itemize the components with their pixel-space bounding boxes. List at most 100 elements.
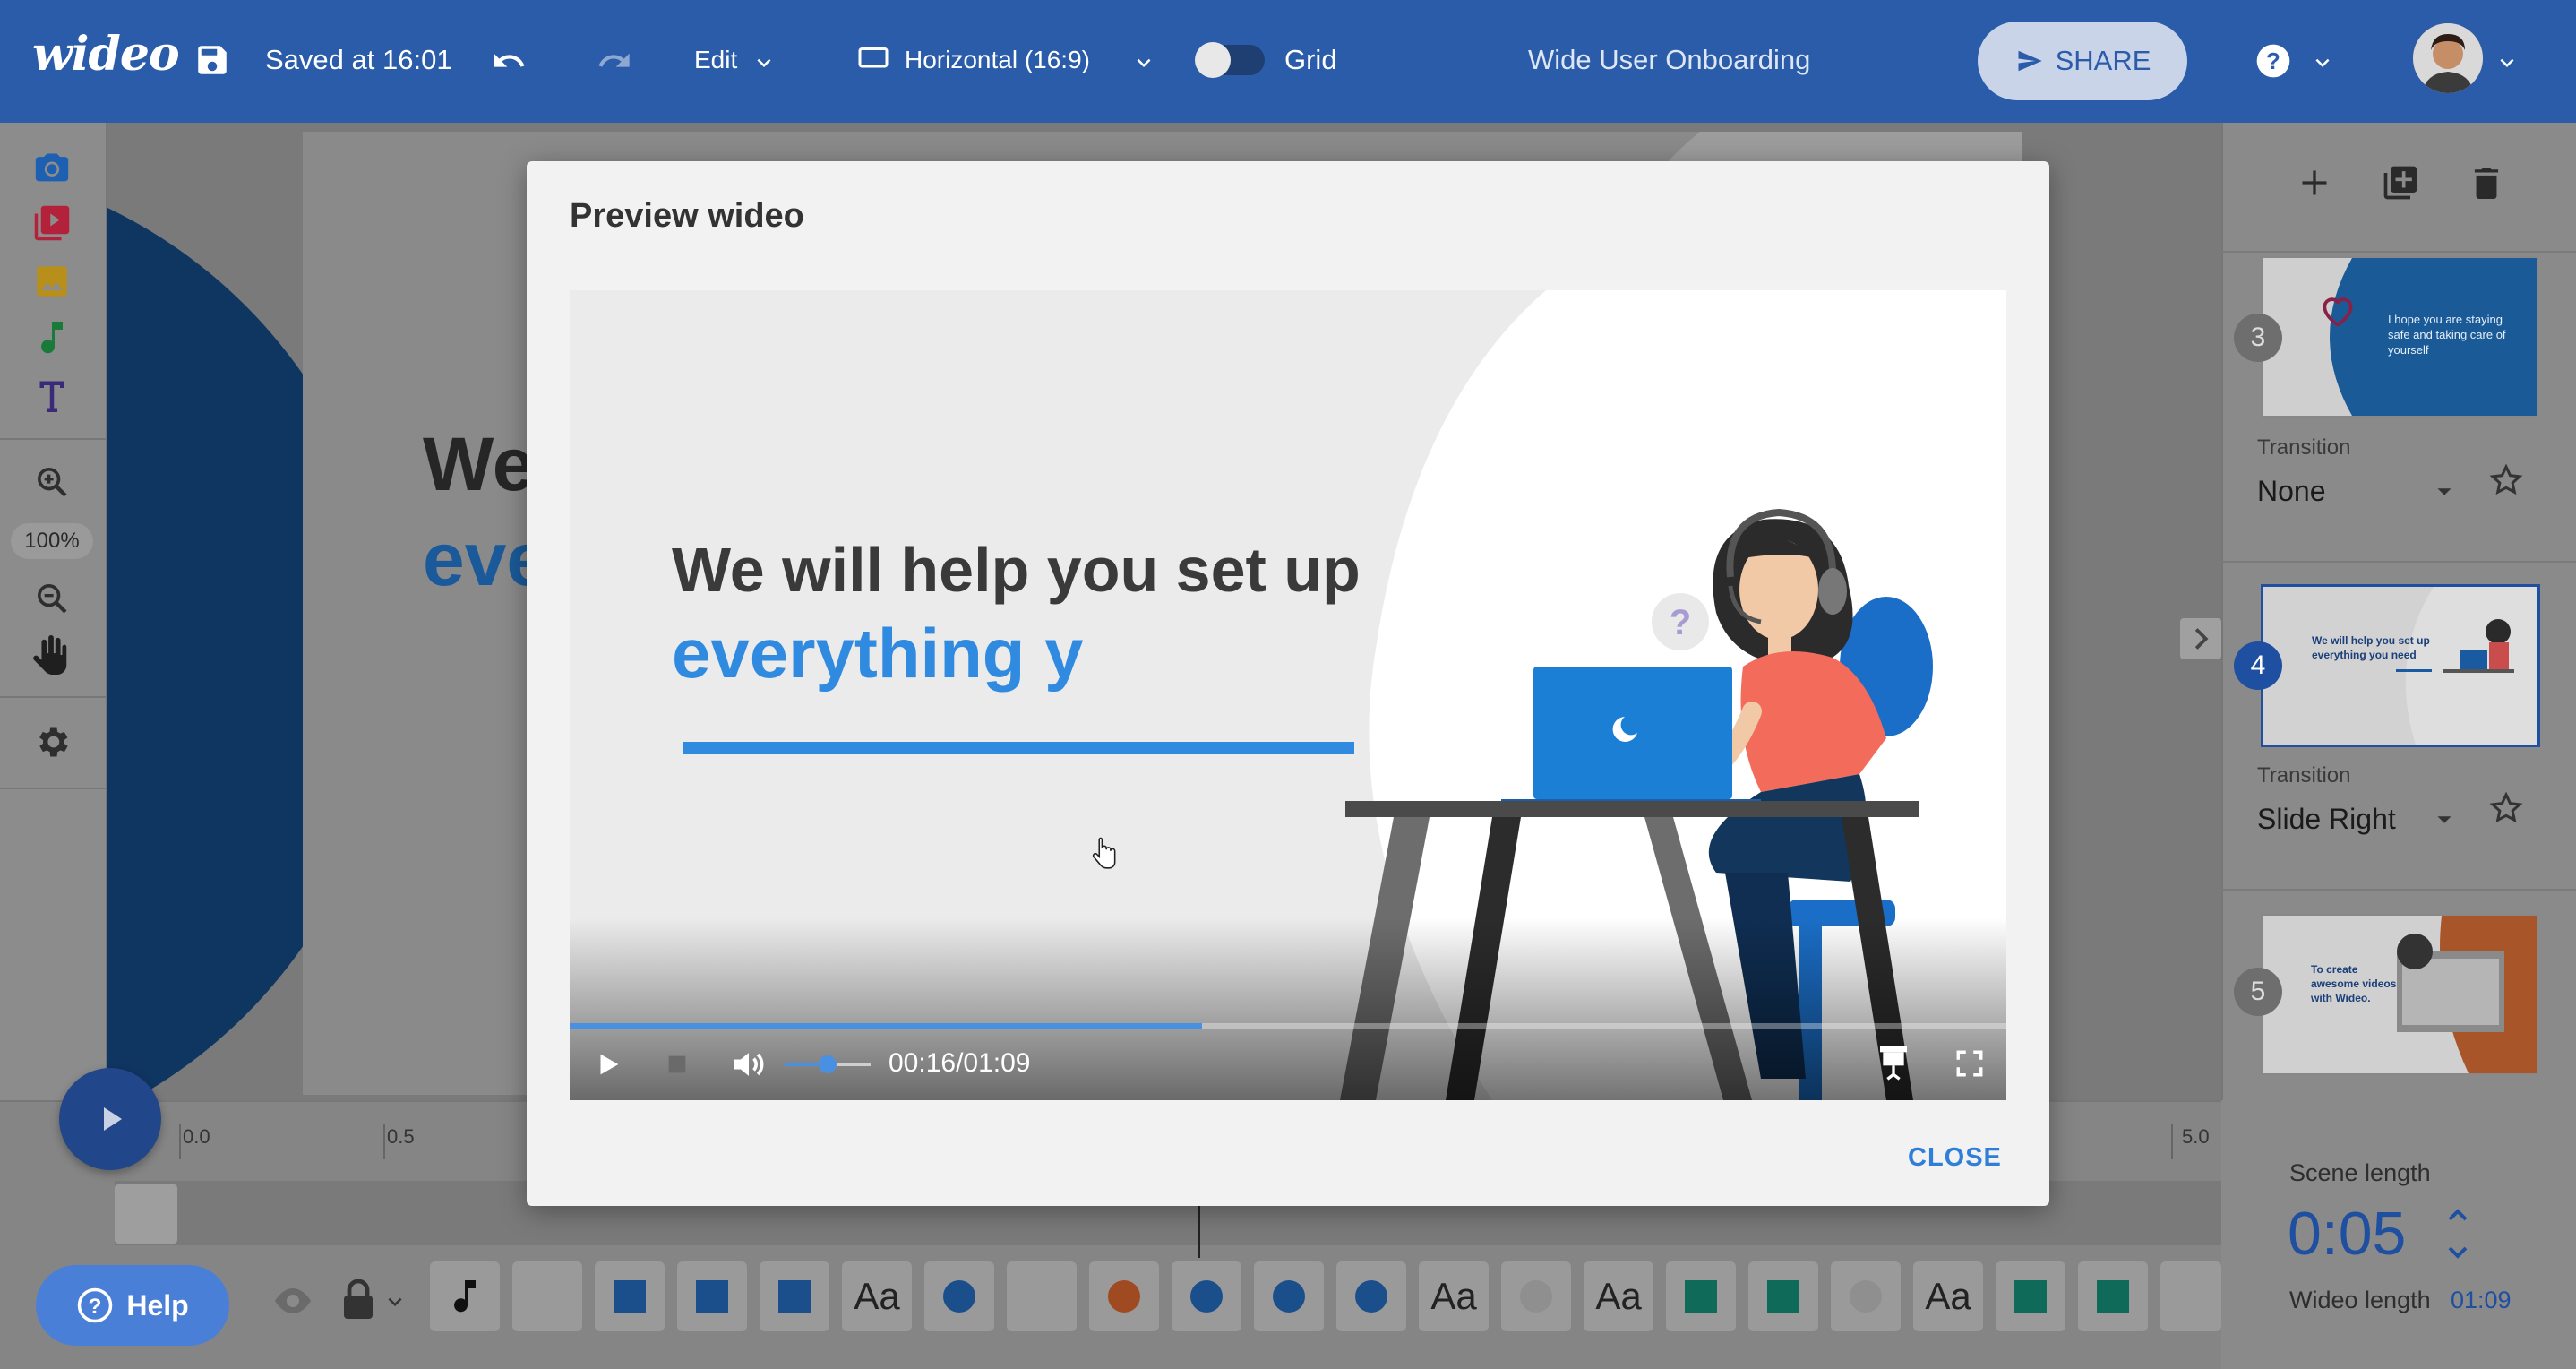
chevron-down-icon[interactable] <box>1130 49 1157 76</box>
share-label: SHARE <box>2055 45 2151 76</box>
divider <box>2221 889 2576 891</box>
canvas-headline-fragment: We <box>423 422 535 506</box>
star-icon[interactable] <box>2488 462 2524 503</box>
toggle-knob <box>1195 42 1231 78</box>
scene-thumb-text: To create awesome videos with Wideo. <box>2311 963 2397 1004</box>
stop-icon[interactable] <box>665 1052 690 1081</box>
play-icon[interactable] <box>593 1048 623 1085</box>
avatar[interactable] <box>2413 23 2483 93</box>
layer-shape[interactable] <box>2078 1261 2148 1331</box>
add-scene-icon[interactable] <box>2298 167 2331 203</box>
dropdown-arrow-icon[interactable] <box>2431 806 2458 838</box>
scene-thumbnail[interactable]: I hope you are staying safe and taking c… <box>2261 256 2538 418</box>
divider <box>0 788 106 789</box>
layer-shape[interactable] <box>1254 1261 1324 1331</box>
chevron-down-icon[interactable] <box>751 49 777 76</box>
undo-icon[interactable] <box>489 43 528 79</box>
layer-shape[interactable] <box>677 1261 747 1331</box>
video-player[interactable]: ? We will help you set up everything y 0… <box>570 290 2006 1100</box>
camera-icon[interactable] <box>32 149 72 189</box>
layer-blank[interactable] <box>2160 1261 2221 1331</box>
timeline-clip[interactable] <box>115 1184 177 1244</box>
help-icon[interactable]: ? <box>2254 41 2293 81</box>
tick-mark <box>2171 1124 2173 1159</box>
layer-shape[interactable] <box>1666 1261 1736 1331</box>
decrease-length-icon[interactable] <box>2442 1240 2474 1271</box>
scene-number: 4 <box>2234 641 2282 690</box>
thumb-arrow <box>2396 669 2432 672</box>
video-headline: We will help you set up <box>672 535 1361 605</box>
music-icon[interactable] <box>36 319 68 361</box>
playhead[interactable] <box>1198 1201 1200 1258</box>
help-button[interactable]: ? Help <box>36 1265 229 1346</box>
dropdown-arrow-icon[interactable] <box>2431 478 2458 510</box>
close-button[interactable]: CLOSE <box>1908 1143 2002 1173</box>
circle-shape-icon <box>1355 1280 1387 1313</box>
layer-shape[interactable] <box>1172 1261 1241 1331</box>
layer-text[interactable]: Aa <box>1584 1261 1653 1331</box>
aspect-ratio-icon[interactable] <box>856 45 890 72</box>
hand-tool-icon[interactable] <box>30 633 72 682</box>
volume-slider[interactable] <box>785 1055 871 1073</box>
layer-shape[interactable] <box>1501 1261 1571 1331</box>
layer-blank[interactable] <box>1007 1261 1077 1331</box>
presentation-icon[interactable] <box>1876 1043 1911 1087</box>
visibility-icon[interactable] <box>270 1283 315 1323</box>
settings-icon[interactable] <box>32 722 72 766</box>
save-icon[interactable] <box>193 41 231 79</box>
play-icon <box>104 1107 122 1131</box>
square-shape-icon <box>2014 1280 2047 1313</box>
transition-select[interactable]: None <box>2257 475 2326 508</box>
star-icon[interactable] <box>2488 790 2524 831</box>
transition-select[interactable]: Slide Right <box>2257 803 2396 836</box>
layer-text[interactable]: Aa <box>1913 1261 1983 1331</box>
layer-shape[interactable] <box>1336 1261 1406 1331</box>
layer-text[interactable]: Aa <box>1419 1261 1489 1331</box>
seek-bar[interactable] <box>570 1023 2006 1029</box>
zoom-in-icon[interactable] <box>34 464 70 504</box>
scene-thumbnail-selected[interactable]: We will help you set up everything you n… <box>2261 584 2540 747</box>
scene-length-value[interactable]: 0:05 <box>2288 1199 2406 1269</box>
grid-toggle[interactable] <box>1195 42 1265 78</box>
wideo-logo[interactable]: wideo <box>32 27 180 82</box>
layer-shape[interactable] <box>1748 1261 1818 1331</box>
fullscreen-icon[interactable] <box>1954 1048 1985 1083</box>
layer-shape[interactable] <box>760 1261 829 1331</box>
edit-menu[interactable]: Edit <box>694 46 737 74</box>
volume-icon[interactable] <box>729 1045 769 1089</box>
chevron-down-icon[interactable] <box>382 1288 408 1320</box>
layer-shape[interactable] <box>1831 1261 1901 1331</box>
lock-icon[interactable] <box>340 1278 376 1325</box>
chevron-right-icon <box>2194 628 2209 650</box>
layer-shape[interactable] <box>595 1261 665 1331</box>
increase-length-icon[interactable] <box>2442 1201 2474 1232</box>
play-scene-button[interactable] <box>59 1068 161 1170</box>
layer-text[interactable]: Aa <box>842 1261 912 1331</box>
layer-audio[interactable] <box>430 1261 500 1331</box>
layer-shape[interactable] <box>1089 1261 1159 1331</box>
video-subline: everything y <box>672 614 1084 693</box>
transition-label: Transition <box>2257 763 2351 788</box>
video-library-icon[interactable] <box>32 204 72 246</box>
layer-blank[interactable] <box>512 1261 582 1331</box>
collapse-panel-button[interactable] <box>2180 618 2221 659</box>
project-title[interactable]: Wide User Onboarding <box>1528 44 1810 76</box>
timeline-tick: 0.5 <box>387 1125 415 1148</box>
music-note-icon <box>454 1280 476 1313</box>
duplicate-scene-icon[interactable] <box>2381 163 2420 207</box>
redo-icon[interactable] <box>595 43 634 79</box>
layer-shape[interactable] <box>1996 1261 2065 1331</box>
volume-slider-knob[interactable] <box>819 1055 837 1073</box>
share-button[interactable]: SHARE <box>1978 22 2187 100</box>
aspect-ratio-select[interactable]: Horizontal (16:9) <box>905 46 1090 74</box>
delete-scene-icon[interactable] <box>2470 165 2503 205</box>
layer-shape[interactable] <box>924 1261 994 1331</box>
image-icon[interactable] <box>34 263 70 304</box>
chevron-down-icon[interactable] <box>2309 49 2336 76</box>
chevron-down-icon[interactable] <box>2494 49 2520 76</box>
transition-label: Transition <box>2257 435 2351 460</box>
help-circle-icon: ? <box>78 1287 113 1323</box>
zoom-out-icon[interactable] <box>34 581 70 621</box>
scene-thumbnail[interactable]: To create awesome videos with Wideo. <box>2261 914 2538 1075</box>
text-tool-icon[interactable] <box>36 378 68 418</box>
